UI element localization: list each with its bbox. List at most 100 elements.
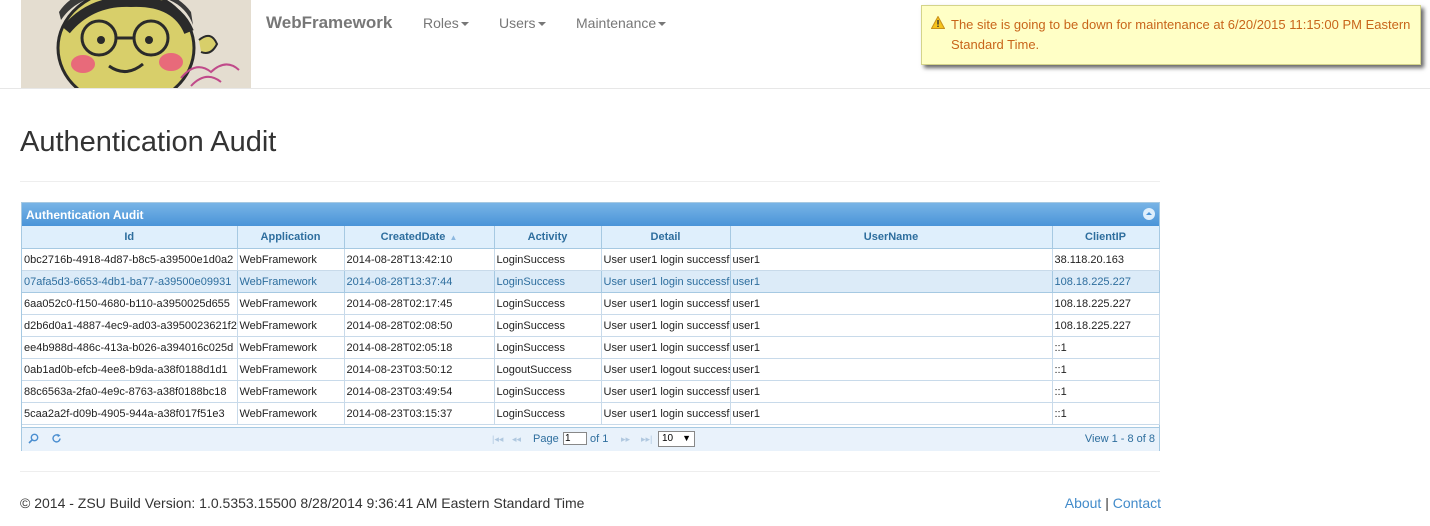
grid-caption-title: Authentication Audit [26, 208, 144, 222]
first-page-icon[interactable]: |◂◂ [492, 434, 503, 445]
column-header-clientip[interactable]: ClientIP [1052, 226, 1160, 249]
cell-username: user1 [730, 380, 1053, 403]
footer-link-about[interactable]: About [1065, 495, 1102, 511]
refresh-icon[interactable] [51, 433, 62, 447]
brand-title[interactable]: WebFramework [266, 13, 392, 33]
grid-pager: |◂◂ ◂◂ Page of 1 ▸▸ ▸▸| 10 ▼ View 1 - 8 … [22, 427, 1159, 451]
column-header-activity[interactable]: Activity [494, 226, 602, 249]
cell-activity: LoginSuccess [494, 380, 602, 403]
caret-down-icon [537, 22, 546, 27]
cell-createddate: 2014-08-23T03:15:37 [344, 402, 495, 425]
cell-username: user1 [730, 402, 1053, 425]
table-row[interactable]: d2b6d0a1-4887-4ec9-ad03-a3950023621f2 Web… [22, 314, 1160, 337]
caret-down-icon [658, 22, 667, 27]
footer-links: About | Contact [1065, 495, 1161, 511]
cell-id: 07afa5d3-6653-4db1-ba77-a39500e09931 [22, 270, 238, 293]
audit-grid: Authentication Audit Id Application Crea… [21, 202, 1160, 451]
cell-application: WebFramework [237, 270, 345, 293]
column-header-createddate-label: CreatedDate [380, 231, 446, 243]
last-page-icon[interactable]: ▸▸| [641, 434, 652, 445]
cell-application: WebFramework [237, 380, 345, 403]
cell-activity: LoginSuccess [494, 402, 602, 425]
cell-id: 0ab1ad0b-efcb-4ee8-b9da-a38f0188d1d1 [22, 358, 238, 381]
collapse-grid-icon[interactable] [1143, 208, 1155, 220]
cell-username: user1 [730, 358, 1053, 381]
cell-clientip: 108.18.225.227 [1052, 314, 1160, 337]
next-page-icon[interactable]: ▸▸ [621, 434, 630, 445]
maintenance-notice: The site is going to be down for mainten… [921, 5, 1421, 65]
cell-detail: User user1 login successful [601, 248, 731, 271]
cell-application: WebFramework [237, 292, 345, 315]
cell-id: d2b6d0a1-4887-4ec9-ad03-a3950023621f2 [22, 314, 238, 337]
cell-username: user1 [730, 314, 1053, 337]
cell-application: WebFramework [237, 358, 345, 381]
table-row[interactable]: 5caa2a2f-d09b-4905-944a-a38f017f51e3 WebF… [22, 402, 1160, 425]
cartoon-face-logo-image [21, 0, 251, 88]
cell-detail: User user1 logout successful [601, 358, 731, 381]
cell-id: 6aa052c0-f150-4680-b110-a3950025d655 [22, 292, 238, 315]
table-row[interactable]: 88c6563a-2fa0-4e9c-8763-a38f0188bc18 WebF… [22, 380, 1160, 403]
nav-menu-maintenance-label: Maintenance [576, 15, 657, 31]
table-row[interactable]: 0ab1ad0b-efcb-4ee8-b9da-a38f0188d1d1 WebF… [22, 358, 1160, 381]
cell-clientip: ::1 [1052, 336, 1160, 359]
nav-menu-users[interactable]: Users [499, 15, 546, 31]
rows-per-page-select[interactable]: 10 ▼ [658, 431, 695, 447]
prev-page-icon[interactable]: ◂◂ [512, 434, 521, 445]
cell-clientip: 108.18.225.227 [1052, 292, 1160, 315]
cell-activity: LoginSuccess [494, 270, 602, 293]
cell-createddate: 2014-08-28T13:37:44 [344, 270, 495, 293]
page-number-input[interactable] [563, 432, 587, 445]
cell-application: WebFramework [237, 314, 345, 337]
dropdown-arrow-icon: ▼ [682, 433, 691, 443]
site-logo[interactable] [21, 0, 251, 88]
cell-createddate: 2014-08-28T02:05:18 [344, 336, 495, 359]
cell-detail: User user1 login successful [601, 314, 731, 337]
nav-menu-roles[interactable]: Roles [423, 15, 469, 31]
column-header-application[interactable]: Application [237, 226, 345, 249]
cell-application: WebFramework [237, 402, 345, 425]
table-header-row: Id Application CreatedDate ▲ Activity Det… [22, 226, 1160, 249]
grid-caption-bar: Authentication Audit [22, 203, 1159, 226]
cell-username: user1 [730, 292, 1053, 315]
cell-activity: LoginSuccess [494, 248, 602, 271]
cell-username: user1 [730, 270, 1053, 293]
column-header-username[interactable]: UserName [730, 226, 1053, 249]
cell-createddate: 2014-08-28T02:17:45 [344, 292, 495, 315]
cell-id: ee4b988d-486c-413a-b026-a394016c025d [22, 336, 238, 359]
search-icon[interactable] [28, 433, 39, 447]
rows-per-page-value: 10 [662, 433, 674, 444]
footer-link-separator: | [1101, 495, 1113, 511]
cell-detail: User user1 login successful [601, 402, 731, 425]
title-divider [20, 181, 1160, 182]
cell-clientip: ::1 [1052, 358, 1160, 381]
cell-application: WebFramework [237, 248, 345, 271]
page-title: Authentication Audit [20, 126, 277, 158]
footer-link-contact[interactable]: Contact [1113, 495, 1161, 511]
nav-menu-users-label: Users [499, 15, 536, 31]
column-header-id[interactable]: Id [22, 226, 238, 249]
warning-icon [931, 16, 945, 29]
cell-clientip: ::1 [1052, 402, 1160, 425]
cell-detail: User user1 login successful [601, 336, 731, 359]
audit-table: Id Application CreatedDate ▲ Activity Det… [22, 226, 1160, 425]
pager-of-label: of 1 [590, 433, 609, 445]
table-row[interactable]: 07afa5d3-6653-4db1-ba77-a39500e09931 WebF… [22, 270, 1160, 293]
footer-divider [20, 471, 1160, 472]
cell-activity: LoginSuccess [494, 314, 602, 337]
cell-username: user1 [730, 248, 1053, 271]
cell-id: 0bc2716b-4918-4d87-b8c5-a39500e1d0a2 [22, 248, 238, 271]
column-header-detail[interactable]: Detail [601, 226, 731, 249]
table-row[interactable]: 6aa052c0-f150-4680-b110-a3950025d655 WebF… [22, 292, 1160, 315]
cell-username: user1 [730, 336, 1053, 359]
cell-id: 88c6563a-2fa0-4e9c-8763-a38f0188bc18 [22, 380, 238, 403]
pager-view-info: View 1 - 8 of 8 [1084, 433, 1155, 445]
cell-detail: User user1 login successful [601, 380, 731, 403]
column-header-createddate[interactable]: CreatedDate ▲ [344, 226, 495, 249]
table-row[interactable]: 0bc2716b-4918-4d87-b8c5-a39500e1d0a2 WebF… [22, 248, 1160, 271]
nav-menu-maintenance[interactable]: Maintenance [576, 15, 667, 31]
sort-icon: ▲ [449, 233, 458, 242]
table-row[interactable]: ee4b988d-486c-413a-b026-a394016c025d WebF… [22, 336, 1160, 359]
cell-createddate: 2014-08-23T03:50:12 [344, 358, 495, 381]
footer-build-info: © 2014 - ZSU Build Version: 1.0.5353.155… [20, 495, 585, 511]
cell-createddate: 2014-08-28T02:08:50 [344, 314, 495, 337]
